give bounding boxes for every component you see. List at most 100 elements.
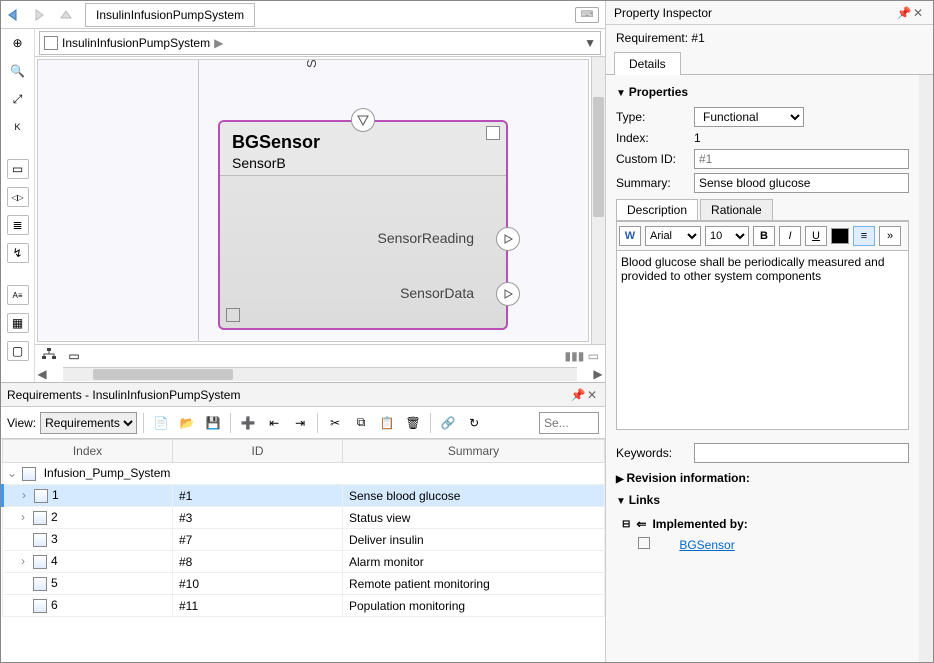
zoom-in-icon[interactable]: 🔍 xyxy=(7,61,29,81)
delete-icon[interactable]: 🗑 xyxy=(402,412,424,434)
tab-rationale[interactable]: Rationale xyxy=(700,199,773,220)
keywords-input[interactable] xyxy=(694,443,909,463)
up-arrow-icon[interactable] xyxy=(55,4,77,26)
canvas-hscroll[interactable] xyxy=(63,367,577,381)
block-bgsensor[interactable]: BGSensor SensorB SensorReading SensorDat… xyxy=(218,120,508,330)
req-icon xyxy=(33,599,47,613)
diagram-canvas[interactable]: SensorB BGSensor SensorB SensorReading xyxy=(37,59,589,342)
description-textarea[interactable]: Blood glucose shall be periodically meas… xyxy=(616,250,909,430)
link-collapse-icon[interactable]: ⊟ xyxy=(622,519,630,530)
back-arrow-icon[interactable] xyxy=(3,4,25,26)
section-properties[interactable]: Properties xyxy=(616,81,909,103)
table-row[interactable]: 6#11Population monitoring xyxy=(3,595,605,617)
table-row[interactable]: ›4#8Alarm monitor xyxy=(3,551,605,573)
summary-label: Summary: xyxy=(616,176,686,190)
section-links[interactable]: Links xyxy=(616,489,909,511)
tree-toggle-icon[interactable]: › xyxy=(21,554,33,568)
requirements-search[interactable] xyxy=(539,412,599,434)
align-button[interactable]: ≡ xyxy=(853,226,875,246)
overflow-icon[interactable]: » xyxy=(879,226,901,246)
row-index: 5 xyxy=(51,576,58,590)
row-summary: Status view xyxy=(343,507,605,529)
hscroll-right-icon[interactable]: ▶ xyxy=(591,367,605,381)
inspector-close-icon[interactable]: ✕ xyxy=(911,6,925,20)
cut-icon[interactable]: ✂ xyxy=(324,412,346,434)
io-tool-icon[interactable]: ◁▷ xyxy=(7,187,29,207)
forward-arrow-icon[interactable] xyxy=(29,4,51,26)
port-top[interactable] xyxy=(351,108,375,132)
table-row[interactable]: 5#10Remote patient monitoring xyxy=(3,573,605,595)
color-swatch[interactable] xyxy=(831,228,849,244)
implemented-by-arrow-icon: ⇐ xyxy=(636,517,646,531)
customid-input[interactable] xyxy=(694,149,909,169)
target-icon[interactable]: ⊕ xyxy=(7,33,29,53)
row-id: #1 xyxy=(173,485,343,507)
port-sensorreading[interactable] xyxy=(496,227,520,251)
tree-toggle-icon[interactable]: ⌄ xyxy=(7,466,19,480)
add-item-icon[interactable]: ➕ xyxy=(237,412,259,434)
block-title: BGSensor xyxy=(232,132,494,153)
tab-details[interactable]: Details xyxy=(614,52,681,75)
table-root-row[interactable]: ⌄ Infusion_Pump_System xyxy=(3,463,605,485)
annot-tool-icon[interactable]: A≡ xyxy=(7,285,29,305)
underline-button[interactable]: U xyxy=(805,226,827,246)
blank-tool-icon[interactable]: ▢ xyxy=(7,341,29,361)
list-tool-icon[interactable]: ≣ xyxy=(7,215,29,235)
row-summary: Sense blood glucose xyxy=(343,485,605,507)
fit-icon[interactable]: ⤢ xyxy=(7,89,29,109)
section-revision[interactable]: Revision information: xyxy=(616,467,909,489)
bold-button[interactable]: B xyxy=(753,226,775,246)
link-icon[interactable]: 🔗 xyxy=(437,412,459,434)
table-row[interactable]: 3#7Deliver insulin xyxy=(3,529,605,551)
req-icon xyxy=(33,511,47,525)
font-select[interactable]: Arial xyxy=(645,226,701,246)
tree-toggle-icon[interactable]: › xyxy=(21,510,33,524)
col-id[interactable]: ID xyxy=(173,440,343,463)
summary-input[interactable] xyxy=(694,173,909,193)
col-summary[interactable]: Summary xyxy=(343,440,605,463)
italic-button[interactable]: I xyxy=(779,226,801,246)
new-req-icon[interactable]: 📄 xyxy=(150,412,172,434)
word-icon[interactable]: W xyxy=(619,226,641,246)
k-box-icon[interactable]: K xyxy=(7,117,29,137)
port-sensordata[interactable] xyxy=(496,282,520,306)
fontsize-select[interactable]: 10 xyxy=(705,226,749,246)
table-row[interactable]: ›2#3Status view xyxy=(3,507,605,529)
tab-description[interactable]: Description xyxy=(616,199,698,220)
promote-icon[interactable]: ⇤ xyxy=(263,412,285,434)
reqset-icon xyxy=(22,467,36,481)
demote-icon[interactable]: ⇥ xyxy=(289,412,311,434)
refresh-icon[interactable]: ↻ xyxy=(463,412,485,434)
view-select[interactable]: Requirements xyxy=(40,412,137,434)
index-value: 1 xyxy=(694,131,701,145)
open-folder-icon[interactable]: 📂 xyxy=(176,412,198,434)
link-target[interactable]: BGSensor xyxy=(679,538,734,552)
canvas-vscroll[interactable] xyxy=(591,57,605,344)
paste-icon[interactable]: 📋 xyxy=(376,412,398,434)
type-select[interactable]: Functional xyxy=(694,107,804,127)
block-subtitle: SensorB xyxy=(232,155,494,171)
requirement-line-label: Requirement: xyxy=(616,31,688,45)
keyboard-icon[interactable]: ⌨ xyxy=(575,7,599,23)
rotated-port-label: SensorB xyxy=(304,59,319,68)
breadcrumb[interactable]: InsulinInfusionPumpSystem ▶ ▼ xyxy=(39,31,601,55)
inspector-pin-icon[interactable]: 📌 xyxy=(897,6,911,20)
flow-tool-icon[interactable]: ↯ xyxy=(7,243,29,263)
row-id: #11 xyxy=(173,595,343,617)
block-resize-icon[interactable] xyxy=(226,308,240,322)
hscroll-left-icon[interactable]: ◀ xyxy=(35,367,49,381)
rect-tool-icon[interactable]: ▭ xyxy=(7,159,29,179)
col-index[interactable]: Index xyxy=(3,440,173,463)
pin-icon[interactable]: 📌 xyxy=(571,388,585,402)
close-icon[interactable]: ✕ xyxy=(585,388,599,402)
hierarchy-icon[interactable] xyxy=(41,347,57,364)
image-tool-icon[interactable]: ▦ xyxy=(7,313,29,333)
tree-toggle-icon[interactable]: › xyxy=(22,488,34,502)
save-icon[interactable]: 💾 xyxy=(202,412,224,434)
row-summary: Population monitoring xyxy=(343,595,605,617)
copy-icon[interactable]: ⧉ xyxy=(350,412,372,434)
table-row[interactable]: ›1#1Sense blood glucose xyxy=(3,485,605,507)
breadcrumb-dropdown-icon[interactable]: ▼ xyxy=(584,36,596,50)
document-tab[interactable]: InsulinInfusionPumpSystem xyxy=(85,3,255,27)
zoom-rect-icon[interactable]: ▭ xyxy=(63,346,85,366)
